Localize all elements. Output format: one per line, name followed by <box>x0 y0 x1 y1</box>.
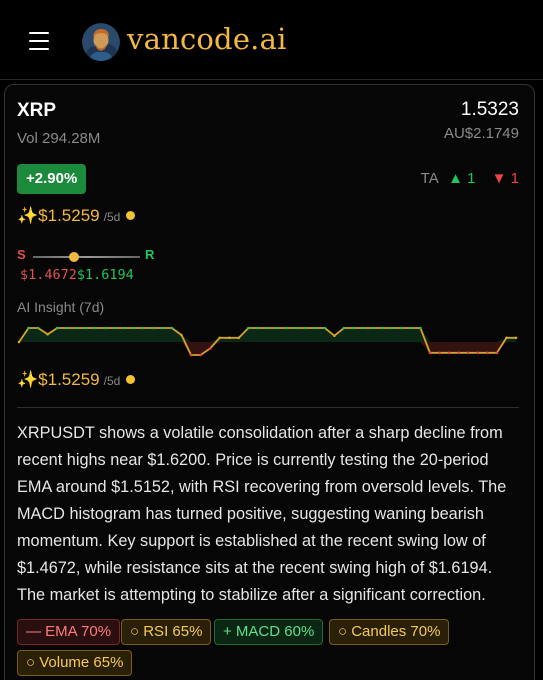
ai-insight-label: AI Insight (7d) <box>17 299 105 315</box>
insight-point <box>361 326 365 330</box>
sr-levels: $1.4672$1.6194 <box>20 267 134 283</box>
price-target-repeat: ✨$1.5259/5d <box>17 370 136 390</box>
insight-point <box>65 326 69 330</box>
insight-point <box>505 336 508 340</box>
asset-price: 1.5323 <box>460 99 519 120</box>
logo-icon[interactable] <box>82 23 120 61</box>
insight-point <box>132 326 135 330</box>
asset-volume: Vol 294.28M <box>17 130 101 147</box>
price-target: ✨$1.5259/5d <box>17 206 136 226</box>
brand-name[interactable]: vancode.ai <box>127 22 287 56</box>
top-bar: vancode.ai <box>0 0 543 80</box>
insight-point <box>486 351 489 355</box>
insight-point <box>46 333 49 336</box>
insight-point <box>447 351 451 355</box>
ta-down-count: 1 <box>510 170 519 187</box>
ta-up-count: 1 <box>467 170 476 187</box>
support-resistance-slider: S R <box>17 247 162 267</box>
ta-down-icon: ▼ <box>491 170 507 187</box>
insight-point <box>409 326 413 330</box>
insight-point <box>141 326 145 330</box>
insight-point <box>113 326 116 330</box>
insight-point <box>27 326 30 330</box>
insight-point <box>390 326 394 330</box>
target-value: $1.5259 <box>38 370 100 389</box>
insight-point <box>199 353 202 357</box>
insight-point <box>476 351 480 355</box>
insight-point <box>55 326 59 330</box>
insight-point <box>304 326 308 330</box>
insight-point <box>275 326 279 330</box>
insight-point <box>103 326 107 330</box>
insight-point <box>122 326 126 330</box>
ta-label: TA <box>420 170 438 187</box>
sr-track <box>33 256 140 258</box>
insight-point <box>17 340 21 344</box>
insight-point <box>170 326 174 330</box>
insight-point <box>247 326 250 330</box>
indicator-tag[interactable]: + MACD 60% <box>214 619 324 645</box>
insight-point <box>256 326 260 330</box>
indicator-tag[interactable]: — EMA 70% <box>17 619 121 645</box>
insight-point <box>333 334 336 337</box>
insight-point <box>266 326 269 330</box>
insight-point <box>180 333 183 337</box>
insight-point <box>84 326 88 330</box>
resistance-value: $1.6194 <box>76 267 134 283</box>
status-dot-icon <box>126 211 136 220</box>
insight-point <box>438 351 441 355</box>
sparkle-icon: ✨ <box>17 206 39 225</box>
insight-point <box>428 351 432 355</box>
insight-point <box>371 326 374 330</box>
indicator-tag[interactable]: ○ Candles 70% <box>329 619 450 645</box>
insight-point <box>457 351 460 355</box>
insight-point <box>400 326 403 330</box>
insight-point <box>514 336 518 340</box>
support-label: S <box>17 247 26 262</box>
hamburger-menu-icon[interactable] <box>29 32 49 50</box>
insight-point <box>227 336 231 340</box>
ta-up-icon: ▲ <box>448 170 463 187</box>
indicator-tag[interactable]: ○ RSI 65% <box>121 619 212 645</box>
insight-point <box>151 326 155 330</box>
insight-point <box>285 326 288 330</box>
insight-point <box>294 326 298 330</box>
resistance-label: R <box>145 247 155 262</box>
insight-point <box>495 351 499 355</box>
insight-point <box>189 353 193 357</box>
insight-point <box>342 326 346 330</box>
insight-point <box>218 336 222 340</box>
asset-symbol: XRP <box>17 100 57 121</box>
insight-point <box>466 351 470 355</box>
insight-point <box>208 347 212 350</box>
insight-point <box>237 336 241 340</box>
target-period: /5d <box>103 210 121 224</box>
sr-knob <box>68 252 79 262</box>
analysis-summary: XRPUSDT shows a volatile consolidation a… <box>17 424 507 604</box>
indicator-tag[interactable]: ○ Volume 65% <box>17 650 133 676</box>
ta-summary[interactable]: TA ▲ 1 ▼ 1 <box>421 170 519 187</box>
sparkle-icon: ✨ <box>17 370 39 389</box>
insight-point <box>94 326 97 330</box>
target-period: /5d <box>103 374 121 388</box>
insight-point <box>75 326 78 330</box>
target-value: $1.5259 <box>38 206 100 225</box>
insight-point <box>323 326 327 330</box>
insight-point <box>419 326 422 330</box>
bullish-area <box>19 328 516 342</box>
insight-point <box>161 326 164 330</box>
ai-insight-chart <box>17 326 518 357</box>
insight-point <box>380 326 384 330</box>
price-change-badge: +2.90% <box>17 164 87 194</box>
insight-point <box>313 326 317 330</box>
insight-point <box>352 326 355 330</box>
status-dot-icon <box>126 375 136 384</box>
divider <box>17 407 519 408</box>
insight-point <box>36 326 40 330</box>
asset-aud-price: AU$2.1749 <box>443 125 519 142</box>
support-value: $1.4672 <box>20 267 77 283</box>
